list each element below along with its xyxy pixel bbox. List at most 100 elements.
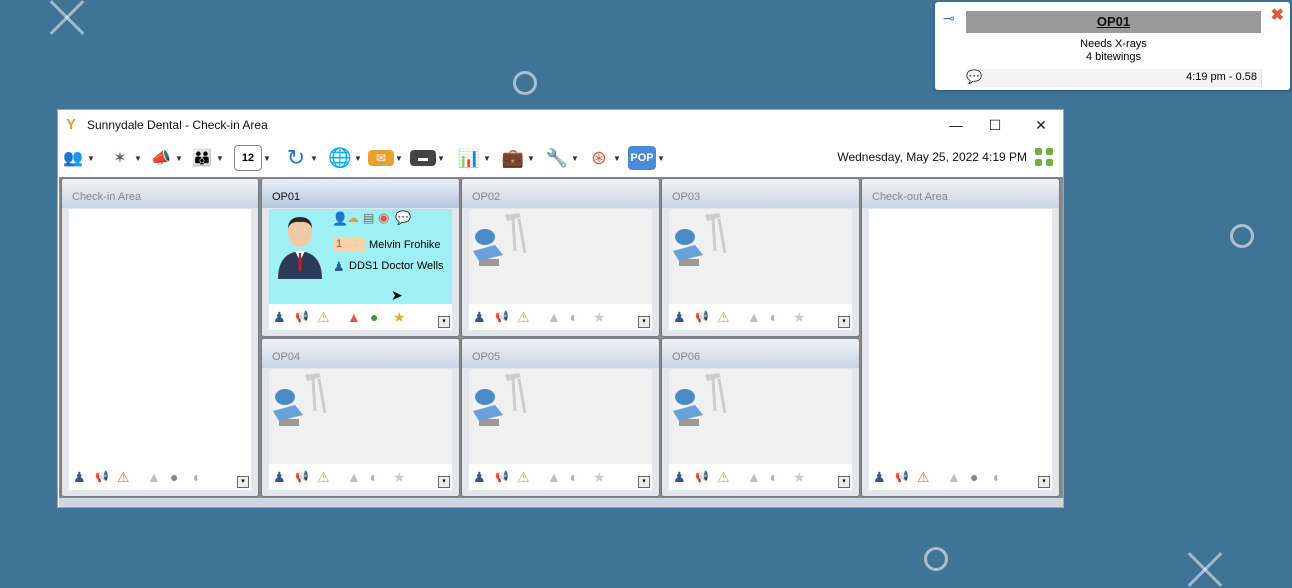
notification-popup[interactable]: ⊸ ✖ OP01 Needs X-rays 4 bitewings 💬 4:19…	[935, 2, 1290, 90]
chevron-down-icon[interactable]: ▼	[354, 154, 362, 163]
user-dark-icon[interactable]: 👤	[332, 211, 348, 227]
megaphone-icon[interactable]: 📢	[495, 309, 509, 325]
document-icon[interactable]: ▤	[363, 211, 374, 225]
alert-icon[interactable]: ▲	[747, 309, 761, 325]
cloud-icon[interactable]: ☁	[347, 211, 359, 225]
star-icon[interactable]: ★	[593, 309, 606, 325]
panel-menu-button[interactable]: ▾	[638, 476, 650, 488]
popup-operatory-title[interactable]: OP01	[966, 11, 1261, 33]
megaphone-icon[interactable]: 📢	[895, 469, 909, 485]
pop-button[interactable]: POP ▼	[628, 144, 665, 172]
patient-name[interactable]: Melvin Frohike	[369, 239, 441, 251]
close-icon[interactable]: ✖	[1271, 5, 1284, 25]
alert-icon[interactable]: ▲	[147, 469, 161, 485]
warning-icon[interactable]: ⚠	[717, 309, 730, 325]
op02-panel[interactable]: OP02 ♟ 📢 ⚠ ▲ ◐ ★ ▾	[461, 178, 660, 337]
op03-panel[interactable]: OP03 ♟ 📢 ⚠ ▲ ◐ ★ ▾	[661, 178, 860, 337]
megaphone-button[interactable]: 📣 ▼	[148, 144, 183, 172]
panel-menu-button[interactable]: ▾	[438, 476, 450, 488]
clock-icon[interactable]: ◉	[378, 210, 389, 226]
chevron-down-icon[interactable]: ▼	[87, 154, 95, 163]
mail-button[interactable]: ✉ ▼	[368, 144, 403, 172]
transfer-icon[interactable]: ◐	[770, 309, 778, 325]
maximize-button[interactable]: ☐	[975, 114, 1015, 136]
panel-body[interactable]	[269, 369, 452, 464]
folder-button[interactable]: ▬ ▼	[410, 144, 445, 172]
panel-menu-button[interactable]: ▾	[838, 316, 850, 328]
person-icon[interactable]: ♟	[473, 469, 486, 485]
person-icon[interactable]: ♟	[873, 469, 886, 485]
person-gray-icon[interactable]: ●	[170, 469, 178, 485]
chevron-down-icon[interactable]: ▼	[657, 154, 665, 163]
transfer-icon[interactable]: ◐	[193, 469, 201, 485]
checkin-panel[interactable]: Check-in Area ♟ 📢 ⚠ ▲ ● ◐ ▾	[61, 178, 259, 497]
person-icon[interactable]: ♟	[473, 309, 486, 325]
chevron-down-icon[interactable]: ▼	[263, 154, 271, 163]
chevron-down-icon[interactable]: ▼	[483, 154, 491, 163]
refresh-button[interactable]: ↻ ▼	[283, 144, 318, 172]
panel-menu-button[interactable]: ▾	[237, 476, 249, 488]
checkout-panel[interactable]: Check-out Area ♟ 📢 ⚠ ▲ ● ◐ ▾	[861, 178, 1060, 497]
alert-icon[interactable]: ▲	[547, 309, 561, 325]
panel-body[interactable]	[469, 209, 652, 304]
warning-icon[interactable]: ⚠	[517, 309, 530, 325]
alert-icon[interactable]: ▲	[947, 469, 961, 485]
warning-icon[interactable]: ⚠	[317, 469, 330, 485]
panel-body[interactable]	[669, 369, 852, 464]
chart-button[interactable]: 📊 ▼	[456, 144, 491, 172]
panel-body[interactable]	[69, 209, 251, 464]
transfer-icon[interactable]: ◐	[570, 469, 578, 485]
globe-button[interactable]: 🌐 ▼	[327, 144, 362, 172]
person-icon[interactable]: ♟	[673, 309, 686, 325]
panel-menu-button[interactable]: ▾	[838, 476, 850, 488]
star-icon[interactable]: ★	[793, 469, 806, 485]
person-icon[interactable]: ♟	[273, 309, 286, 325]
op05-panel[interactable]: OP05 ♟ 📢 ⚠ ▲ ◐ ★ ▾	[461, 338, 660, 497]
op04-panel[interactable]: OP04 ♟ 📢 ⚠ ▲ ◐ ★ ▾	[261, 338, 460, 497]
person-transfer-icon[interactable]: ●	[370, 309, 378, 325]
grid-icon[interactable]	[1035, 148, 1055, 168]
star-icon[interactable]: ★	[793, 309, 806, 325]
warning-icon[interactable]: ⚠	[317, 309, 330, 325]
warning-icon[interactable]: ⚠	[717, 469, 730, 485]
transfer-icon[interactable]: ◐	[993, 469, 1001, 485]
panel-body[interactable]	[469, 369, 652, 464]
panel-menu-button[interactable]: ▾	[438, 316, 450, 328]
minimize-button[interactable]: —	[936, 114, 976, 136]
lifebuoy-button[interactable]: ⊛ ▼	[586, 144, 621, 172]
chevron-down-icon[interactable]: ▼	[175, 154, 183, 163]
warning-icon[interactable]: ⚠	[117, 469, 130, 485]
transfer-icon[interactable]: ◐	[570, 309, 578, 325]
transfer-icon[interactable]: ◐	[370, 469, 378, 485]
megaphone-icon[interactable]: 📢	[495, 469, 509, 485]
warning-icon[interactable]: ⚠	[917, 469, 930, 485]
panel-menu-button[interactable]: ▾	[1038, 476, 1050, 488]
chat-icon[interactable]: 💬	[966, 69, 982, 85]
star-icon[interactable]: ★	[593, 469, 606, 485]
alert-icon[interactable]: ▲	[347, 309, 361, 325]
megaphone-icon[interactable]: 📢	[95, 469, 109, 485]
chevron-down-icon[interactable]: ▼	[310, 154, 318, 163]
person-icon[interactable]: ♟	[73, 469, 86, 485]
star-icon[interactable]: ★	[393, 469, 406, 485]
person-gray-icon[interactable]: ●	[970, 469, 978, 485]
panel-body[interactable]	[669, 209, 852, 304]
chevron-down-icon[interactable]: ▼	[571, 154, 579, 163]
panel-body[interactable]	[869, 209, 1052, 464]
provider-name[interactable]: DDS1 Doctor Wells	[349, 260, 444, 272]
chevron-down-icon[interactable]: ▼	[134, 154, 142, 163]
pin-icon[interactable]: ⊸	[943, 10, 955, 27]
panel-menu-button[interactable]: ▾	[638, 316, 650, 328]
person-icon[interactable]: ♟	[673, 469, 686, 485]
op06-panel[interactable]: OP06 ♟ 📢 ⚠ ▲ ◐ ★ ▾	[661, 338, 860, 497]
tower-button[interactable]: ✶ ▼	[107, 144, 142, 172]
calendar-button[interactable]: 12 ▼	[234, 144, 271, 172]
chevron-down-icon[interactable]: ▼	[527, 154, 535, 163]
alert-icon[interactable]: ▲	[347, 469, 361, 485]
chevron-down-icon[interactable]: ▼	[437, 154, 445, 163]
close-window-button[interactable]: ✕	[1021, 114, 1061, 136]
warning-icon[interactable]: ⚠	[517, 469, 530, 485]
transfer-icon[interactable]: ◐	[770, 469, 778, 485]
megaphone-icon[interactable]: 📢	[295, 469, 309, 485]
chevron-down-icon[interactable]: ▼	[613, 154, 621, 163]
